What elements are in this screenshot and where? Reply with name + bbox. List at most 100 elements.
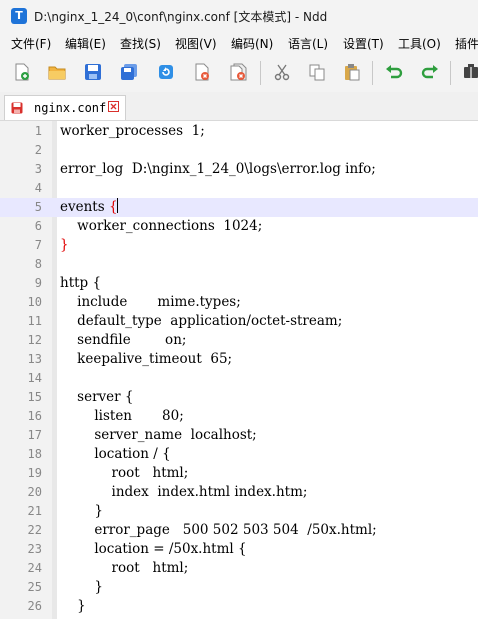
code-text: listen 80; <box>60 408 184 424</box>
redo-icon[interactable] <box>421 63 439 81</box>
code-line[interactable]: 5 events { <box>0 198 478 217</box>
text-cursor <box>116 198 118 213</box>
line-number: 8 <box>34 257 42 271</box>
code-text: server { <box>60 389 134 405</box>
code-line[interactable]: 13 keepalive_timeout 65; <box>0 350 478 369</box>
code-line[interactable]: 14 <box>0 369 478 388</box>
code-line[interactable]: 7} <box>0 236 478 255</box>
line-number: 3 <box>34 162 42 176</box>
window-title: D:\nginx_1_24_0\conf\nginx.conf [文本模式] -… <box>34 10 328 24</box>
code-text: include mime.types; <box>60 294 241 310</box>
code-line[interactable]: 12 sendfile on; <box>0 331 478 350</box>
menu-tools[interactable]: 工具(O) <box>398 35 441 52</box>
toolbar-separator <box>372 61 373 85</box>
tab-nginx-conf[interactable]: nginx.conf <box>4 95 126 120</box>
menu-encoding[interactable]: 编码(N) <box>231 35 273 52</box>
menu-bar: 文件(F) 编辑(E) 查找(S) 视图(V) 编码(N) 语言(L) 设置(T… <box>0 32 478 54</box>
code-text: events { <box>60 198 118 215</box>
code-text: sendfile on; <box>60 332 187 348</box>
code-line[interactable]: 3 error_log D:\nginx_1_24_0\logs\error.lo… <box>0 160 478 179</box>
toolbar-separator <box>450 61 451 85</box>
code-line[interactable]: 25 } <box>0 578 478 597</box>
menu-plugins[interactable]: 插件 <box>455 35 478 52</box>
code-line[interactable]: 8 <box>0 255 478 274</box>
line-number: 7 <box>34 238 42 252</box>
line-number: 4 <box>34 181 42 195</box>
line-number: 21 <box>27 504 42 518</box>
code-line[interactable]: 19 root html; <box>0 464 478 483</box>
toolbar <box>0 54 478 92</box>
reload-icon[interactable] <box>157 63 175 81</box>
line-number: 23 <box>27 542 42 556</box>
code-line[interactable]: 11 default_type application/octet-stream… <box>0 312 478 331</box>
code-text: server_name localhost; <box>60 427 257 443</box>
line-number: 16 <box>27 409 42 423</box>
menu-search[interactable]: 查找(S) <box>120 35 161 52</box>
line-number: 10 <box>27 295 42 309</box>
code-text: error_log D:\nginx_1_24_0\logs\error.log… <box>60 161 376 177</box>
line-number: 18 <box>27 447 42 461</box>
save-all-icon[interactable] <box>120 63 138 81</box>
code-text: } <box>60 503 103 519</box>
undo-icon[interactable] <box>385 63 403 81</box>
code-text: worker_processes 1; <box>60 123 205 139</box>
menu-language[interactable]: 语言(L) <box>288 35 328 52</box>
close-all-icon[interactable] <box>229 63 247 81</box>
cut-icon[interactable] <box>273 63 291 81</box>
code-line[interactable]: 10 include mime.types; <box>0 293 478 312</box>
line-number: 19 <box>27 466 42 480</box>
line-number: 13 <box>27 352 42 366</box>
code-line[interactable]: 1 worker_processes 1; <box>0 122 478 141</box>
new-file-icon[interactable] <box>13 63 31 81</box>
line-number: 5 <box>34 200 42 214</box>
code-line[interactable]: 26 } <box>0 597 478 616</box>
code-line[interactable]: 20 index index.html index.htm; <box>0 483 478 502</box>
code-line[interactable]: 21 } <box>0 502 478 521</box>
tab-close-icon[interactable] <box>108 101 119 112</box>
line-number: 1 <box>34 124 42 138</box>
code-line[interactable]: 17 server_name localhost; <box>0 426 478 445</box>
close-icon[interactable] <box>193 63 211 81</box>
code-text: keepalive_timeout 65; <box>60 351 233 367</box>
menu-view[interactable]: 视图(V) <box>175 35 217 52</box>
code-text: } <box>60 598 86 614</box>
code-editor[interactable]: 1 worker_processes 1; 2 3 error_log D:\nginx… <box>0 121 478 619</box>
save-status-icon <box>11 102 23 114</box>
code-line[interactable]: 18 location / { <box>0 445 478 464</box>
line-number: 6 <box>34 219 42 233</box>
code-line[interactable]: 16 listen 80; <box>0 407 478 426</box>
plugin-icon[interactable] <box>462 63 478 81</box>
code-line[interactable]: 2 <box>0 141 478 160</box>
menu-edit[interactable]: 编辑(E) <box>65 35 106 52</box>
title-bar: T D:\nginx_1_24_0\conf\nginx.conf [文本模式]… <box>0 0 478 32</box>
code-line[interactable]: 24 root html; <box>0 559 478 578</box>
code-line[interactable]: 23 location = /50x.html { <box>0 540 478 559</box>
save-icon[interactable] <box>84 63 102 81</box>
code-line[interactable]: 22 error_page 500 502 503 504 /50x.html; <box>0 521 478 540</box>
code-line[interactable]: 9 http { <box>0 274 478 293</box>
line-number: 15 <box>27 390 42 404</box>
code-text: worker_connections 1024; <box>60 218 263 234</box>
toolbar-separator <box>260 61 261 85</box>
code-line[interactable]: 6 worker_connections 1024; <box>0 217 478 236</box>
line-number: 17 <box>27 428 42 442</box>
open-file-icon[interactable] <box>48 63 66 81</box>
code-text: http { <box>60 275 102 291</box>
code-line[interactable]: 4 <box>0 179 478 198</box>
code-text: location = /50x.html { <box>60 541 247 557</box>
tab-label: nginx.conf <box>34 101 107 115</box>
line-number: 26 <box>27 599 42 613</box>
code-text: error_page 500 502 503 504 /50x.html; <box>60 522 377 538</box>
code-line[interactable]: 15 server { <box>0 388 478 407</box>
code-text: location / { <box>60 446 171 462</box>
code-text: root html; <box>60 465 189 481</box>
menu-settings[interactable]: 设置(T) <box>343 35 384 52</box>
app-icon: T <box>11 8 27 24</box>
line-number: 12 <box>27 333 42 347</box>
menu-file[interactable]: 文件(F) <box>11 35 51 52</box>
paste-icon[interactable] <box>343 63 361 81</box>
line-number: 20 <box>27 485 42 499</box>
line-number: 11 <box>27 314 42 328</box>
copy-icon[interactable] <box>308 63 326 81</box>
code-text: root html; <box>60 560 189 576</box>
